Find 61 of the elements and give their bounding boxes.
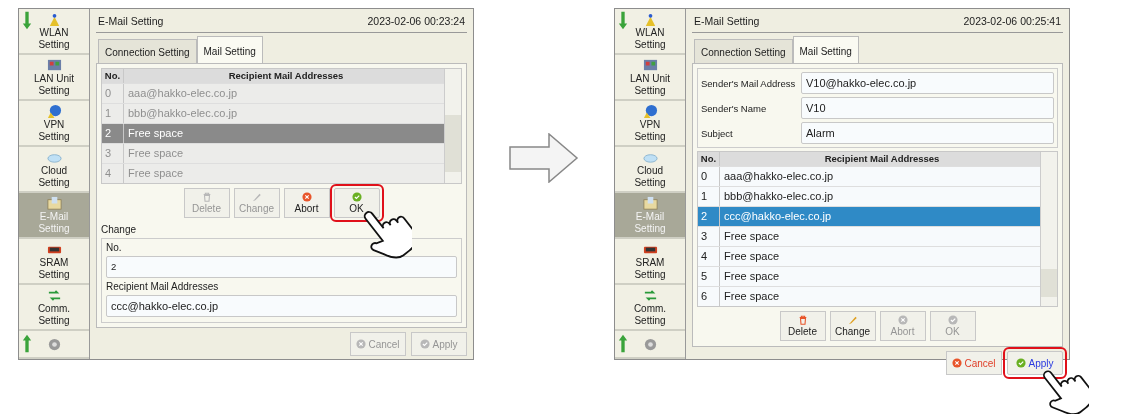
field-label: No.	[106, 242, 123, 253]
table-row[interactable]: 5 Free space	[698, 266, 1040, 286]
table-row[interactable]: 3 Free space	[698, 226, 1040, 246]
input-field[interactable]: 2	[106, 256, 457, 278]
sidebar-item[interactable]	[19, 331, 89, 359]
table-row[interactable]: 6 Free space	[698, 286, 1040, 306]
scroll-down-icon[interactable]	[22, 11, 32, 31]
right-arrow-icon	[509, 133, 579, 183]
pencil-icon	[251, 192, 262, 202]
section-heading: Change	[101, 224, 138, 235]
trash-icon	[797, 315, 808, 325]
field-label: Sender's Name	[701, 102, 768, 114]
sidebar-item[interactable]	[615, 331, 685, 359]
action-button[interactable]: Delete	[779, 311, 826, 341]
field-label: Sender's Mail Address	[701, 77, 797, 89]
tab[interactable]: Connection Setting	[98, 39, 197, 63]
footer-button[interactable]: Cancel	[946, 351, 1002, 375]
table-row[interactable]: 0 aaa@hakko-elec.co.jp	[698, 166, 1040, 186]
check-circle-icon	[947, 315, 958, 325]
settings-icon	[46, 336, 62, 352]
field-label: Recipient Mail Addresses	[106, 281, 220, 292]
tab[interactable]: Connection Setting	[694, 39, 793, 63]
pencil-icon	[847, 315, 858, 325]
table-row[interactable]: 1 bbb@hakko-elec.co.jp	[698, 186, 1040, 206]
input-field[interactable]: V10	[801, 97, 1054, 119]
sidebar-item[interactable]: WLAN Setting	[19, 9, 89, 55]
scrollbar[interactable]	[444, 69, 461, 183]
tab[interactable]: Mail Setting	[196, 36, 263, 63]
trash-icon	[201, 192, 212, 202]
action-button[interactable]: Change	[829, 311, 876, 341]
screen-title: E-Mail Setting	[694, 15, 760, 27]
input-field[interactable]: ccc@hakko-elec.co.jp	[106, 295, 457, 317]
network-icon	[46, 57, 62, 73]
x-circle-icon	[356, 339, 367, 349]
table-row[interactable]: 4 Free space	[698, 246, 1040, 266]
scroll-up-icon[interactable]	[618, 333, 628, 353]
input-field[interactable]: V10@hakko-elec.co.jp	[801, 72, 1054, 94]
envelope-icon	[46, 195, 62, 211]
input-field[interactable]: Alarm	[801, 122, 1054, 144]
date-time: 2023-02-06 00:23:24	[367, 15, 465, 27]
scroll-up-icon[interactable]	[22, 333, 32, 353]
envelope-icon	[642, 195, 658, 211]
scrollbar[interactable]	[1040, 152, 1057, 306]
x-circle-icon	[952, 358, 963, 368]
action-button[interactable]: Abort	[283, 188, 330, 218]
field-label: Subject	[701, 127, 734, 139]
sidebar-item[interactable]: WLAN Setting	[615, 9, 685, 55]
check-circle-icon	[420, 339, 431, 349]
check-circle-icon	[351, 192, 362, 202]
x-circle-icon	[301, 192, 312, 202]
date-time: 2023-02-06 00:25:41	[963, 15, 1061, 27]
table-row[interactable]: 2 ccc@hakko-elec.co.jp	[698, 206, 1040, 226]
scroll-down-icon[interactable]	[618, 11, 628, 31]
column-header: Recipient Mail Addresses	[823, 152, 941, 166]
check-circle-icon	[1016, 358, 1027, 368]
x-circle-icon	[897, 315, 908, 325]
settings-icon	[642, 336, 658, 352]
column-header: Recipient Mail Addresses	[227, 69, 345, 83]
screen-title: E-Mail Setting	[98, 15, 164, 27]
network-icon	[642, 57, 658, 73]
tab[interactable]: Mail Setting	[792, 36, 859, 63]
